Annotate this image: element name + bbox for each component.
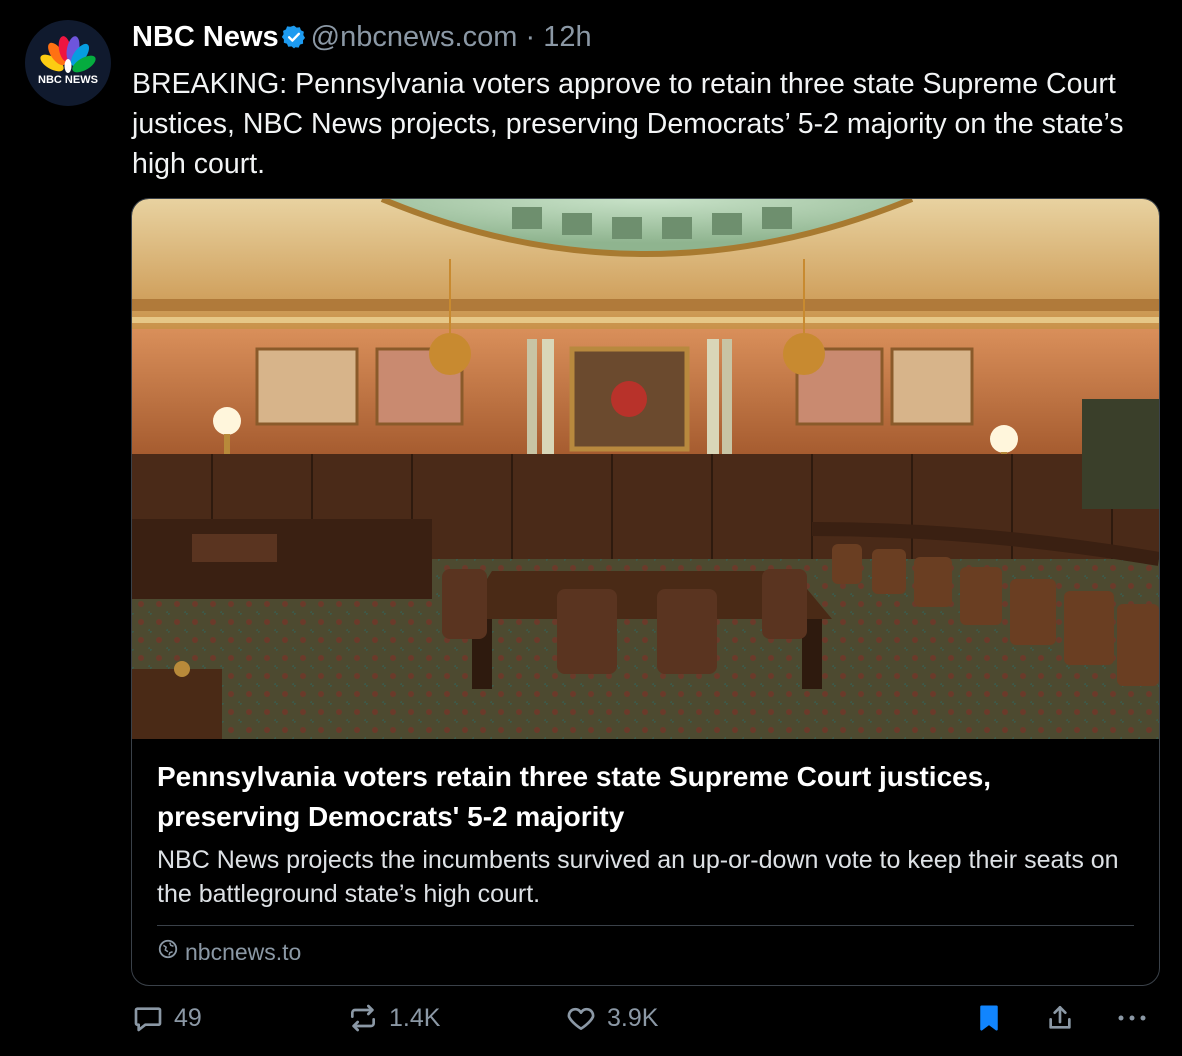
author-name[interactable]: NBC News [132,21,279,53]
post-text: BREAKING: Pennsylvania voters approve to… [132,68,1124,180]
bookmark-icon [974,1002,1004,1034]
nbc-peacock-logo: NBC NEWS [38,36,98,86]
reply-count: 49 [174,1003,202,1032]
share-button[interactable] [1044,1002,1076,1034]
avatar-logo-text: NBC NEWS [38,74,98,86]
card-description: NBC News projects the incumbents survive… [157,846,1119,908]
card-divider [157,925,1134,926]
card-image[interactable] [132,199,1159,739]
header-separator: · [525,21,536,53]
verified-badge-icon [281,22,307,60]
avatar[interactable]: NBC NEWS [25,20,111,106]
like-button[interactable]: 3.9K [565,1002,658,1034]
reply-icon [132,1002,164,1034]
card-domain[interactable]: nbcnews.to [157,936,301,968]
card-domain-label: nbcnews.to [185,939,302,965]
like-icon [565,1002,597,1034]
globe-icon [157,936,179,968]
link-card[interactable]: Pennsylvania voters retain three state S… [131,198,1160,986]
share-icon [1044,1002,1076,1034]
action-bar: 49 1.4K 3.9K [0,1002,1182,1042]
reply-button[interactable]: 49 [132,1002,202,1034]
repost-count: 1.4K [389,1003,441,1032]
like-count: 3.9K [607,1003,659,1032]
author-handle[interactable]: @nbcnews.com [311,21,518,53]
more-options-button[interactable] [1114,1002,1150,1034]
card-title[interactable]: Pennsylvania voters retain three state S… [157,757,1117,837]
post-timestamp[interactable]: 12h [543,21,591,53]
repost-button[interactable]: 1.4K [347,1002,440,1034]
bookmark-button[interactable] [974,1002,1004,1034]
repost-icon [347,1002,379,1034]
more-icon [1114,1002,1150,1034]
post-header: NBC News @nbcnews.com · 12h [132,18,592,60]
